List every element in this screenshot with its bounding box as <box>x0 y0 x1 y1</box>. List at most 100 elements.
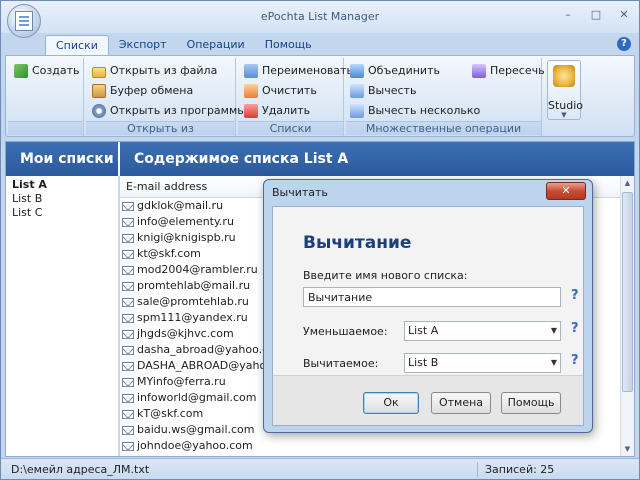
multi-operations-caption: Множественные операции <box>346 121 541 135</box>
envelope-icon <box>122 249 134 259</box>
envelope-icon <box>122 409 134 419</box>
studio-button[interactable]: Studio ▼ <box>547 60 583 120</box>
subtrahend-help-icon[interactable]: ? <box>571 353 583 368</box>
chevron-down-icon: ▼ <box>550 358 557 367</box>
list-item-c[interactable]: List C <box>12 206 118 220</box>
merge-button[interactable]: Объединить <box>350 62 440 80</box>
group-open-from: Открыть из файла Буфер обмена Открыть из… <box>86 58 258 136</box>
tab-export[interactable]: Экспорт <box>109 35 177 55</box>
intersect-button[interactable]: Пересечь <box>472 62 545 80</box>
envelope-icon <box>122 377 134 387</box>
minimize-button[interactable]: – <box>557 7 579 25</box>
table-row[interactable]: jhgds@kjhvc.com <box>122 326 266 342</box>
table-row[interactable]: promtehlab@mail.ru <box>122 278 266 294</box>
scrollbar-thumb[interactable] <box>622 192 633 392</box>
group-lists: Переименовать Очистить Удалить Списки <box>238 58 353 136</box>
tab-help[interactable]: Помощь <box>255 35 322 55</box>
help-icon[interactable]: ? <box>617 37 631 51</box>
scroll-down-icon[interactable]: ▼ <box>621 442 634 456</box>
application-menu-button[interactable] <box>7 4 41 38</box>
folder-icon <box>92 66 106 78</box>
clear-button[interactable]: Очистить <box>244 82 317 100</box>
table-row[interactable]: MYinfo@ferra.ru <box>122 374 266 390</box>
rename-icon <box>244 64 258 78</box>
gear-icon <box>92 104 106 118</box>
maximize-button[interactable]: □ <box>585 7 607 25</box>
email-list: gdklok@mail.ru info@elementy.ru knigi@kn… <box>122 198 266 454</box>
subtrahend-select[interactable]: List B ▼ <box>404 353 561 373</box>
envelope-icon <box>122 313 134 323</box>
name-help-icon[interactable]: ? <box>571 288 583 303</box>
minuend-label: Уменьшаемое: <box>303 325 388 338</box>
list-item-b[interactable]: List B <box>12 192 118 206</box>
lists-panel: List A List B List C <box>6 176 118 456</box>
dialog-footer: Ок Отмена Помощь <box>273 375 583 425</box>
chevron-down-icon: ▼ <box>561 111 567 119</box>
window-controls: – □ ✕ <box>557 7 635 25</box>
status-file-path: D:\емейл адреса_ЛМ.txt <box>11 463 150 476</box>
table-row[interactable]: DASHA_ABROAD@yahoo.... <box>122 358 266 374</box>
ok-button[interactable]: Ок <box>363 392 419 414</box>
table-row[interactable]: kt@skf.com <box>122 246 266 262</box>
envelope-icon <box>122 265 134 275</box>
dialog-body: Вычитание Введите имя нового списка: ? У… <box>272 206 584 426</box>
envelope-icon <box>122 393 134 403</box>
envelope-icon <box>122 345 134 355</box>
open-from-file-button[interactable]: Открыть из файла <box>92 62 217 80</box>
tab-lists[interactable]: Списки <box>45 35 109 55</box>
dialog-close-button[interactable]: ✕ <box>546 182 586 200</box>
delete-button[interactable]: Удалить <box>244 102 310 120</box>
clipboard-button[interactable]: Буфер обмена <box>92 82 193 100</box>
envelope-icon <box>122 425 134 435</box>
list-content-header: Содержимое списка List A <box>120 142 634 176</box>
delete-icon <box>244 104 258 118</box>
rename-button[interactable]: Переименовать <box>244 62 353 80</box>
table-row[interactable]: mod2004@rambler.ru <box>122 262 266 278</box>
ribbon: Создать Открыть из файла Буфер обмена От… <box>5 55 635 137</box>
table-row[interactable]: gdklok@mail.ru <box>122 198 266 214</box>
close-button[interactable]: ✕ <box>613 7 635 25</box>
status-bar: D:\емейл адреса_ЛМ.txt Записей: 25 <box>1 458 639 479</box>
scroll-up-icon[interactable]: ▲ <box>621 176 634 190</box>
ribbon-tabs: Списки Экспорт Операции Помощь <box>45 35 322 55</box>
notepad-icon <box>15 11 33 31</box>
tab-operations[interactable]: Операции <box>177 35 255 55</box>
title-bar: ePochta List Manager – □ ✕ <box>1 1 639 33</box>
studio-icon <box>553 65 575 87</box>
clipboard-icon <box>92 84 106 98</box>
envelope-icon <box>122 281 134 291</box>
subtract-several-button[interactable]: Вычесть несколько <box>350 102 480 120</box>
lists-caption: Списки <box>238 121 343 135</box>
minuend-select[interactable]: List A ▼ <box>404 321 561 341</box>
vertical-scrollbar[interactable]: ▲ ▼ <box>620 176 634 456</box>
table-row[interactable]: sale@promtehlab.ru <box>122 294 266 310</box>
new-list-name-input[interactable] <box>303 287 561 307</box>
subtract-icon <box>350 84 364 98</box>
list-item-a[interactable]: List A <box>12 178 118 192</box>
table-row[interactable]: johndoe@yahoo.com <box>122 438 266 454</box>
intersect-icon <box>472 64 486 78</box>
envelope-icon <box>122 233 134 243</box>
group-multi-operations: Объединить Вычесть Вычесть несколько Пер… <box>346 58 545 136</box>
table-row[interactable]: infoworld@gmail.com <box>122 390 266 406</box>
chevron-down-icon: ▼ <box>550 326 557 335</box>
envelope-icon <box>122 361 134 371</box>
envelope-icon <box>122 441 134 451</box>
dialog-title: Вычитать <box>272 186 328 199</box>
table-row[interactable]: spm111@yandex.ru <box>122 310 266 326</box>
help-button[interactable]: Помощь <box>501 392 561 414</box>
subtract-button[interactable]: Вычесть <box>350 82 416 100</box>
minuend-help-icon[interactable]: ? <box>571 321 583 336</box>
table-row[interactable]: kT@skf.com <box>122 406 266 422</box>
create-button[interactable]: Создать <box>14 62 80 80</box>
table-row[interactable]: baidu.ws@gmail.com <box>122 422 266 438</box>
table-row[interactable]: dasha_abroad@yahoo.c... <box>122 342 266 358</box>
panel-splitter[interactable] <box>118 176 120 456</box>
envelope-icon <box>122 217 134 227</box>
open-from-program-button[interactable]: Открыть из программы ▼ <box>92 102 258 120</box>
eraser-icon <box>244 84 258 98</box>
table-row[interactable]: info@elementy.ru <box>122 214 266 230</box>
envelope-icon <box>122 297 134 307</box>
cancel-button[interactable]: Отмена <box>431 392 491 414</box>
table-row[interactable]: knigi@knigispb.ru <box>122 230 266 246</box>
